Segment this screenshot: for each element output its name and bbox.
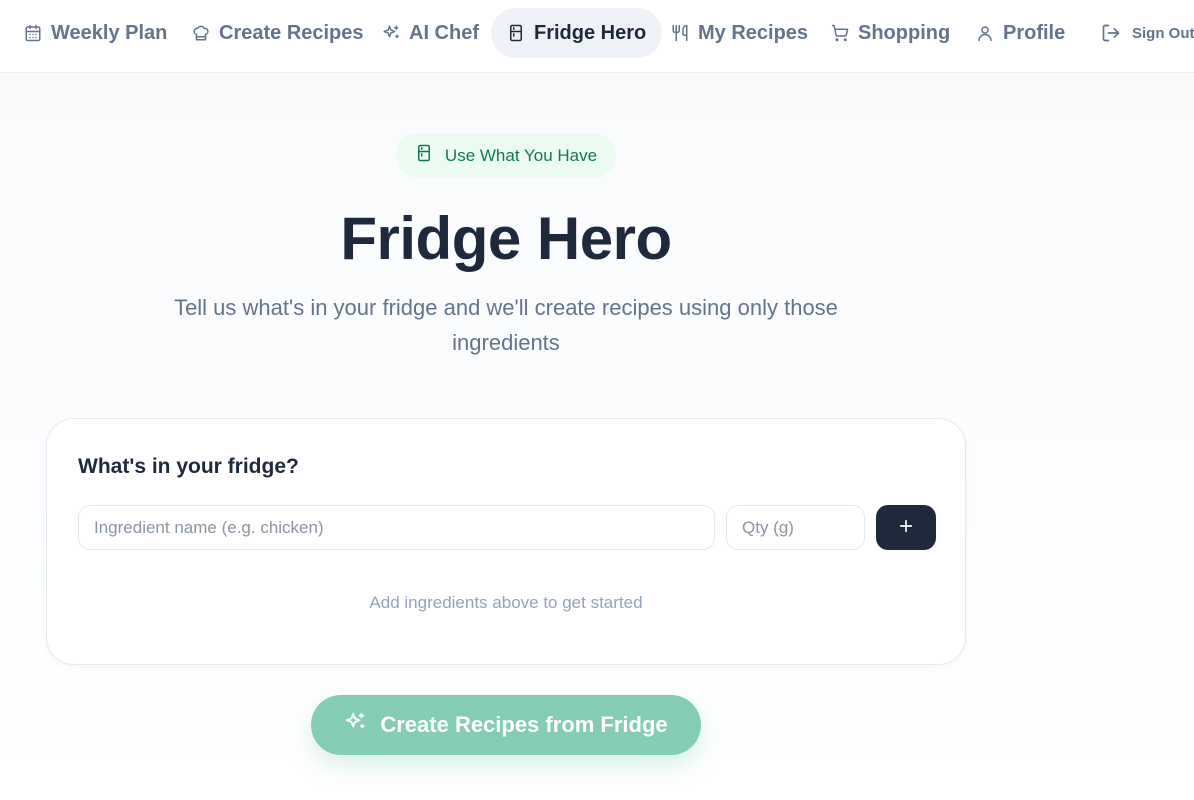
nav-weekly-plan[interactable]: Weekly Plan [8,8,183,58]
log-out-icon [1101,23,1121,43]
nav-my-recipes[interactable]: My Recipes [655,8,824,58]
use-what-you-have-badge: Use What You Have [396,133,616,178]
nav-label: AI Chef [409,21,479,44]
ingredient-name-input[interactable] [78,505,715,550]
nav-shopping[interactable]: Shopping [815,8,966,58]
nav-label: Shopping [858,21,951,44]
page-subtitle: Tell us what's in your fridge and we'll … [174,295,838,355]
nav-profile[interactable]: Profile [960,8,1081,58]
nav-fridge-hero[interactable]: Fridge Hero [491,8,663,58]
top-navigation: Weekly Plan Create Recipes AI Chef Fridg… [0,0,1194,73]
empty-state-message: Add ingredients above to get started [369,593,643,612]
page-title: Fridge Hero [340,205,672,272]
card-title: What's in your fridge? [78,455,299,478]
nav-label: Profile [1003,21,1066,44]
calendar-icon [24,24,42,42]
nav-create-recipes[interactable]: Create Recipes [176,8,380,58]
fridge-icon [507,24,525,42]
quantity-input[interactable] [726,505,865,550]
plus-icon [897,517,915,538]
sign-out-label: Sign Out [1132,24,1194,42]
nav-label: Create Recipes [219,21,364,44]
nav-ai-chef[interactable]: AI Chef [366,8,495,58]
sparkles-icon [382,24,400,42]
sparkles-icon [344,711,366,739]
badge-label: Use What You Have [444,145,598,165]
add-ingredient-button[interactable] [876,505,936,550]
chef-hat-icon [192,24,210,42]
create-button-label: Create Recipes from Fridge [380,712,668,737]
fridge-ingredients-card: What's in your fridge? Add ingredients a… [46,418,966,665]
create-recipes-from-fridge-button[interactable]: Create Recipes from Fridge [311,695,701,755]
fridge-icon [415,144,433,167]
utensils-icon [671,24,689,42]
nav-label: Weekly Plan [51,21,168,44]
nav-label: Fridge Hero [534,21,647,44]
cart-icon [831,24,849,42]
user-icon [976,24,994,42]
sign-out-button[interactable]: Sign Out [1085,8,1194,58]
nav-label: My Recipes [698,21,809,44]
